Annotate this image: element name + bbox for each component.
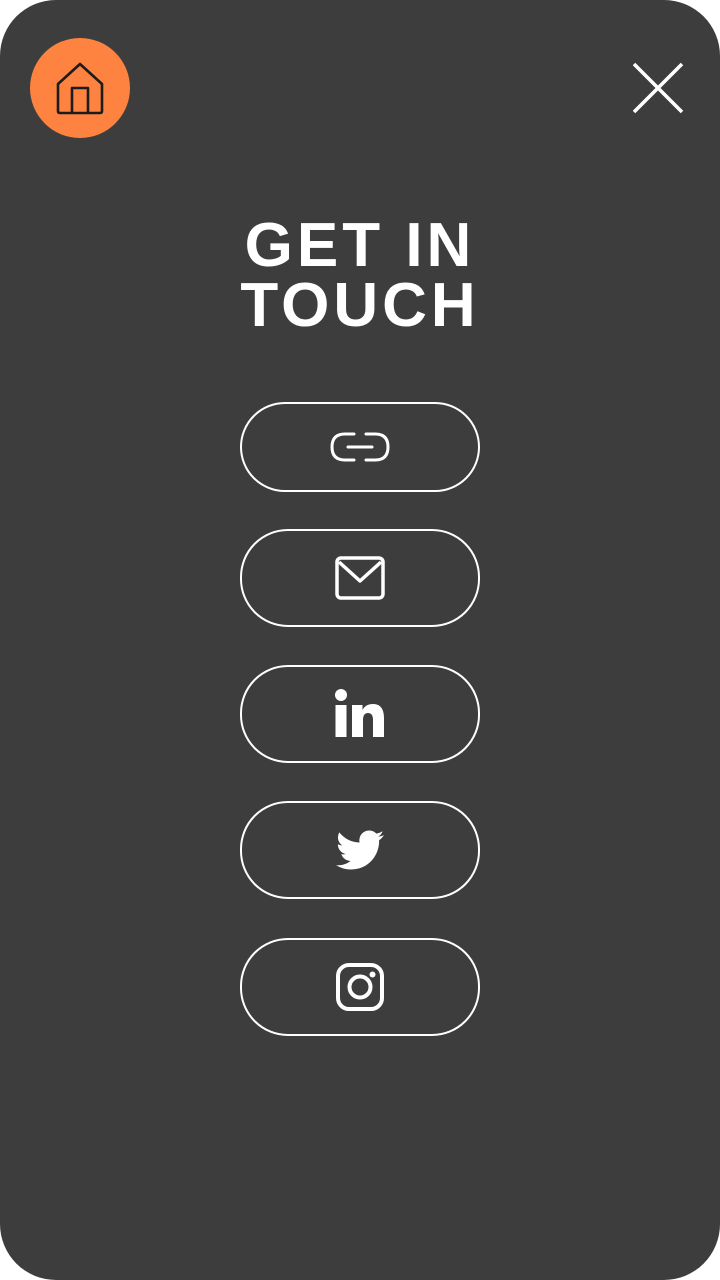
link-icon: [330, 432, 390, 462]
twitter-button[interactable]: [240, 801, 480, 899]
linkedin-button[interactable]: [240, 665, 480, 763]
home-icon: [56, 62, 104, 115]
instagram-button[interactable]: [240, 938, 480, 1036]
website-link-button[interactable]: [240, 402, 480, 492]
linkedin-icon: [335, 689, 384, 737]
title-line-1: GET IN: [244, 211, 476, 280]
page-title: GET IN TOUCH: [0, 211, 720, 340]
instagram-icon: [336, 963, 384, 1011]
contact-overlay: GET IN TOUCH: [0, 0, 720, 1280]
close-icon: [632, 62, 684, 114]
home-button[interactable]: [30, 38, 130, 138]
title-line-2: TOUCH: [240, 271, 480, 340]
close-button[interactable]: [630, 60, 686, 116]
email-button[interactable]: [240, 529, 480, 627]
mail-icon: [335, 556, 385, 600]
twitter-icon: [336, 830, 384, 870]
